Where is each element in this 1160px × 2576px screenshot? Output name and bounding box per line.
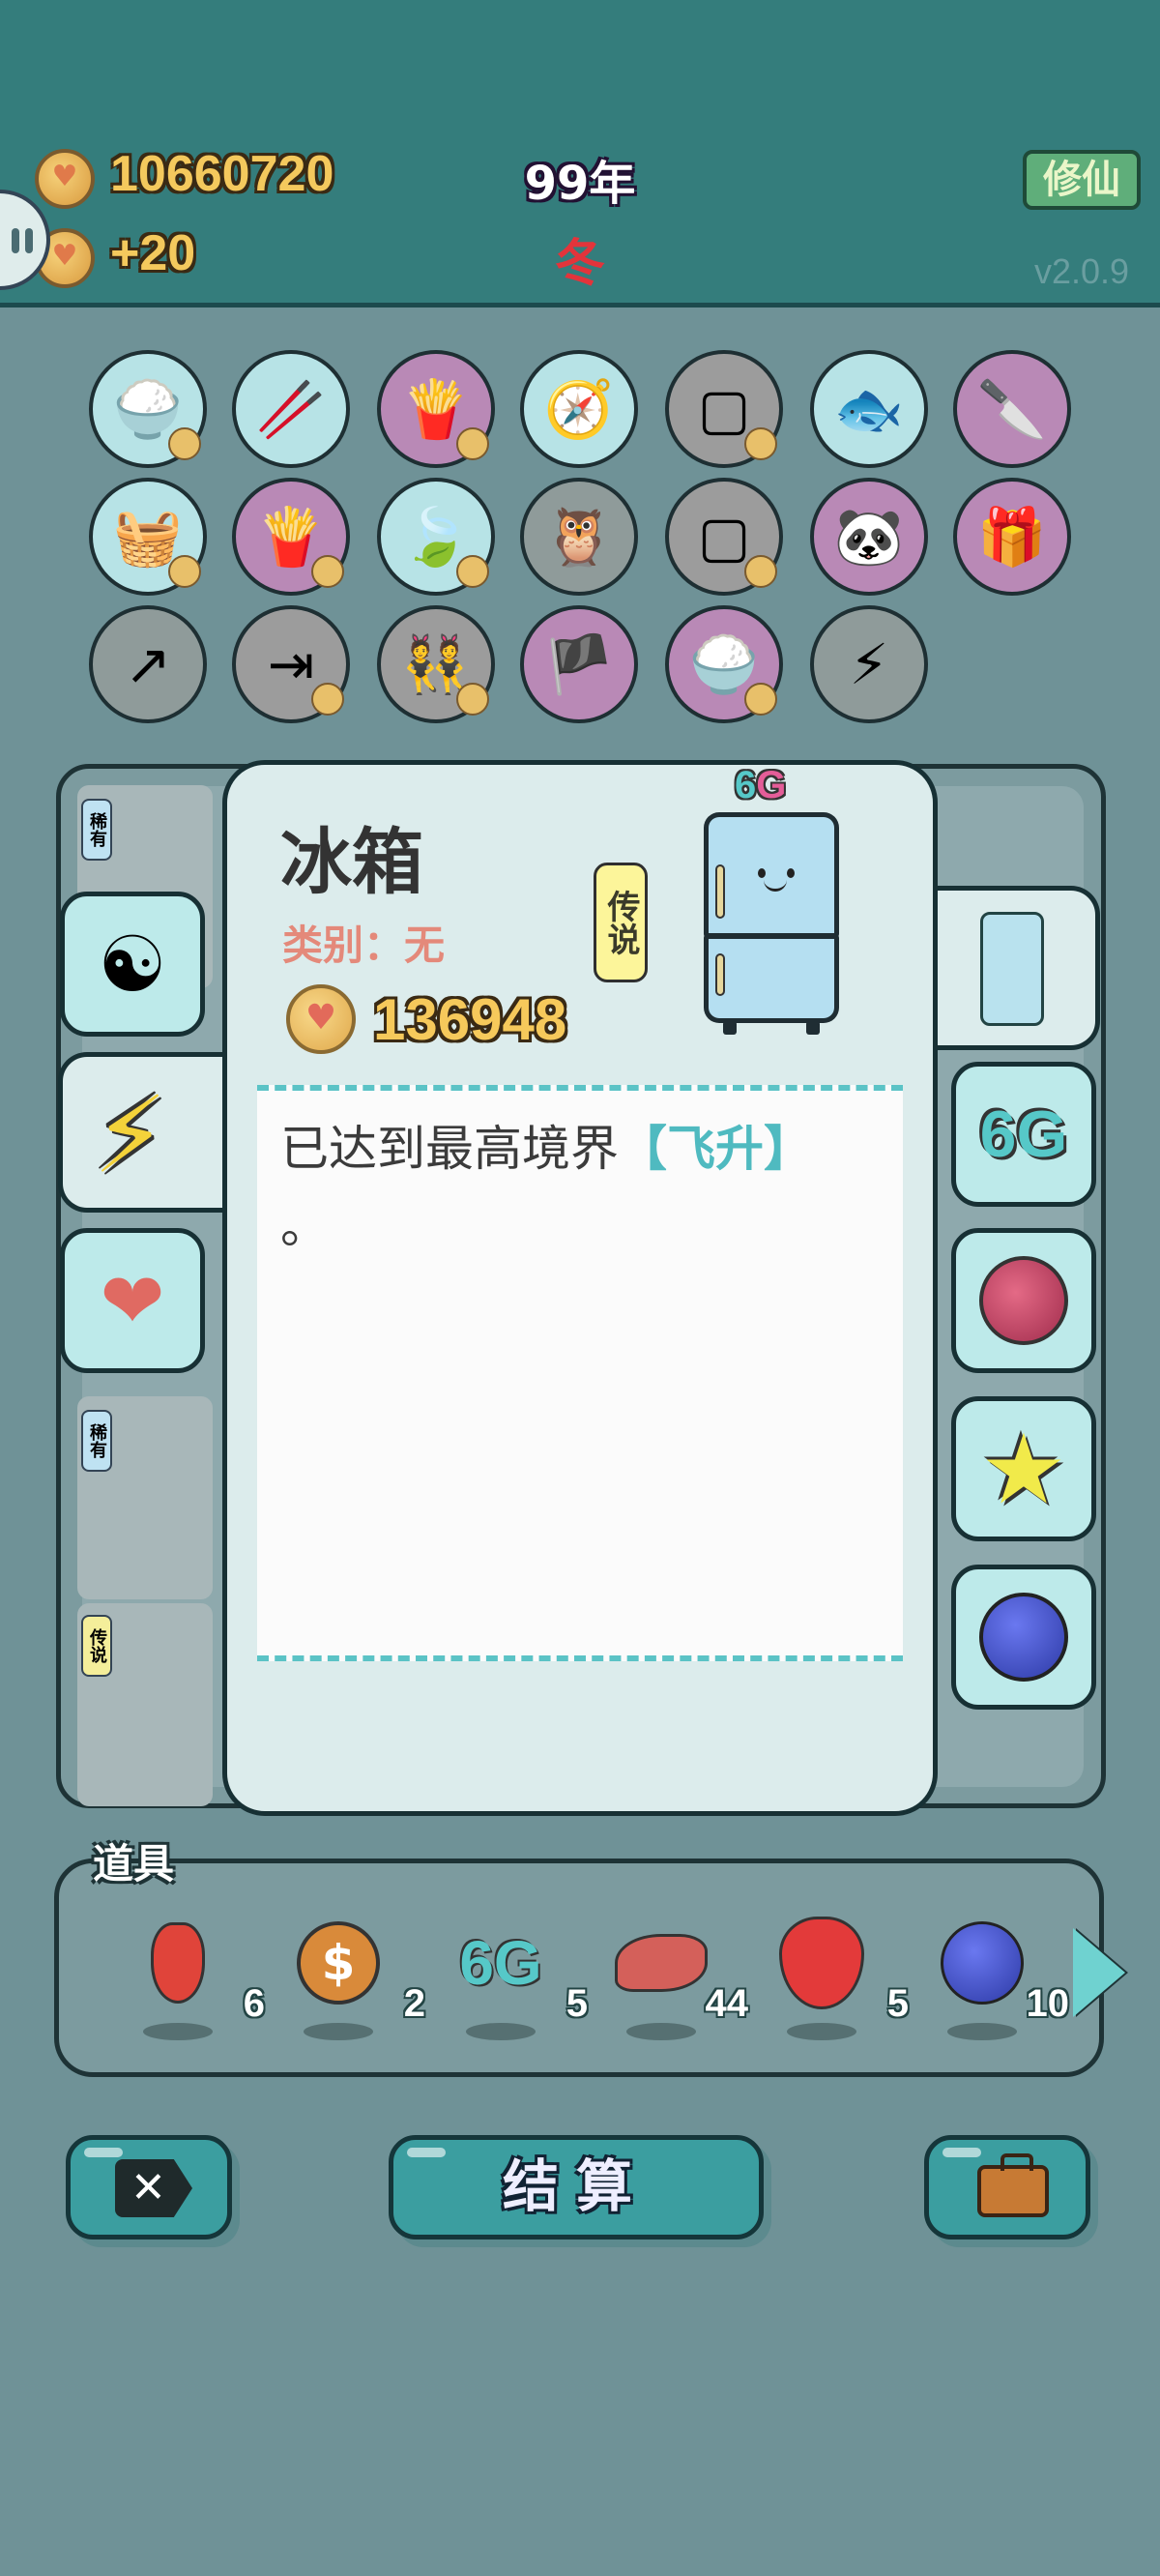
close-icon: ✕ xyxy=(115,2159,192,2217)
blueberry-tab[interactable] xyxy=(951,1565,1096,1710)
settle-label: 结算 xyxy=(502,2153,650,2219)
prop-count: 44 xyxy=(705,1982,749,2025)
compass-slot[interactable]: 🧭 xyxy=(520,350,638,468)
liver-tab[interactable]: ❤ xyxy=(60,1228,205,1373)
prop-count: 10 xyxy=(1026,1982,1070,2025)
6g-icon: 6G xyxy=(449,1911,553,2015)
liver-icon xyxy=(609,1911,713,2015)
6g-tab[interactable]: 6G xyxy=(951,1062,1096,1207)
prop-item[interactable]: 44 xyxy=(603,1903,748,2058)
eyepatch-slot[interactable]: 🏴 xyxy=(520,605,638,723)
star-icon: ★ xyxy=(980,1412,1067,1526)
6g-badge-g: G xyxy=(756,764,787,806)
lychee-icon xyxy=(979,1256,1068,1345)
prop-item[interactable]: 10 xyxy=(924,1903,1069,2058)
owl-slot[interactable]: 🦉 xyxy=(520,478,638,596)
fridge-icon xyxy=(704,812,839,1035)
description-suffix: 。 xyxy=(280,1198,329,1254)
fruit-basket-slot[interactable]: 🧺 xyxy=(89,478,207,596)
gift-box-slot[interactable]: 🎁 xyxy=(953,478,1071,596)
version-label: v2.0.9 xyxy=(1034,251,1130,291)
fries-slot[interactable]: 🍟 xyxy=(377,350,495,468)
6g-tab-label: 6G xyxy=(979,1098,1068,1171)
yin-yang-tab[interactable]: ☯ xyxy=(60,892,205,1037)
settle-button[interactable]: 结算 xyxy=(389,2135,764,2239)
arrow-card-slot[interactable]: ↗ xyxy=(89,605,207,723)
prop-item[interactable]: 6G 5 xyxy=(443,1903,588,2058)
selected-item-tab[interactable] xyxy=(930,886,1100,1050)
prop-count: 2 xyxy=(403,1982,425,2025)
rarity-tag: 稀有 xyxy=(81,799,112,861)
description-prefix: 已达到最高境界 xyxy=(280,1121,619,1177)
rice-bowl-slot-2[interactable]: 🍚 xyxy=(665,605,783,723)
empty-slot-2[interactable]: ▢ xyxy=(665,478,783,596)
6g-icon-label: 6G xyxy=(459,1928,542,1998)
rarity-tag-3: 传说 xyxy=(81,1615,112,1677)
chili-icon xyxy=(126,1911,230,2015)
strawberry-icon xyxy=(769,1911,874,2015)
briefcase-icon xyxy=(977,2153,1049,2217)
fries-slot-2[interactable]: 🍟 xyxy=(232,478,350,596)
props-label: 道具 xyxy=(93,1840,175,1888)
lightning-slot[interactable]: ⚡ xyxy=(810,605,928,723)
item-name: 冰箱 xyxy=(280,821,423,904)
liver-icon: ❤ xyxy=(100,1255,165,1346)
fridge-thumb-icon xyxy=(980,912,1044,1026)
backpack-button[interactable] xyxy=(924,2135,1090,2239)
rice-bowl-slot[interactable]: 🍚 xyxy=(89,350,207,468)
item-price: 136948 xyxy=(373,987,567,1052)
price-coin-icon: ♥ xyxy=(286,984,356,1054)
description-highlight: 【飞升】 xyxy=(619,1121,812,1177)
prop-item[interactable]: $ 2 xyxy=(280,1903,425,2058)
prop-count: 6 xyxy=(243,1982,265,2025)
scroll-right-arrow-icon[interactable] xyxy=(1073,1928,1125,2017)
fishbowl-slot[interactable]: 🐟 xyxy=(810,350,928,468)
close-button[interactable]: ✕ xyxy=(66,2135,232,2239)
item-category: 类别：无 xyxy=(282,922,446,969)
rarity-badge: 传说 xyxy=(594,863,648,982)
empty-slot[interactable]: ▢ xyxy=(665,350,783,468)
xiuxian-button[interactable]: 修仙 xyxy=(1023,150,1141,210)
lychee-tab[interactable] xyxy=(951,1228,1096,1373)
item-description: 已达到最高境界【飞升】。 xyxy=(280,1110,880,1265)
cleaver-slot[interactable]: 🔪 xyxy=(953,350,1071,468)
gold-coin-icon: ♥ xyxy=(35,149,95,209)
yin-yang-icon: ☯ xyxy=(98,919,167,1010)
blueberry-icon xyxy=(979,1593,1068,1682)
coin-icon: $ xyxy=(286,1911,391,2015)
6g-badge: 6G xyxy=(735,764,786,807)
chopsticks-slot[interactable]: 🥢 xyxy=(232,350,350,468)
lightning-icon: ⚡ xyxy=(93,1073,168,1197)
twins-slot[interactable]: 👯 xyxy=(377,605,495,723)
skip-slot[interactable]: ⇥ xyxy=(232,605,350,723)
leaf-slot[interactable]: 🍃 xyxy=(377,478,495,596)
blueberry-icon xyxy=(930,1911,1034,2015)
star-tab[interactable]: ★ xyxy=(951,1396,1096,1541)
rarity-tag-2: 稀有 xyxy=(81,1410,112,1472)
prop-item[interactable]: 5 xyxy=(764,1903,909,2058)
income-amount: +20 xyxy=(110,225,196,281)
season-label: 冬 xyxy=(554,235,605,293)
panda-slot[interactable]: 🐼 xyxy=(810,478,928,596)
prop-count: 5 xyxy=(886,1982,909,2025)
prop-item[interactable]: 6 xyxy=(120,1903,265,2058)
year-label: 99年 xyxy=(524,157,636,211)
6g-badge-six: 6 xyxy=(735,764,757,806)
gold-amount: 10660720 xyxy=(110,146,334,202)
prop-count: 5 xyxy=(566,1982,588,2025)
